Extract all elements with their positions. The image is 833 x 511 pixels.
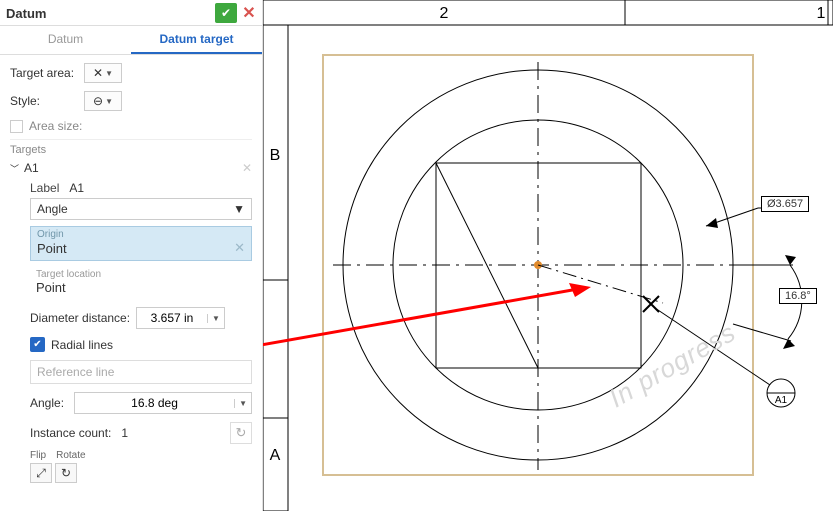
target-location-label: Target location <box>36 269 246 280</box>
check-icon: ✔ <box>33 339 41 350</box>
chevron-down-icon: ▼ <box>105 97 113 106</box>
style-label: Style: <box>10 94 80 108</box>
diameter-distance-label: Diameter distance: <box>30 311 132 325</box>
tab-datum[interactable]: Datum <box>0 26 131 54</box>
label-field-label: Label <box>30 181 59 195</box>
style-circle-icon: ⊖ <box>93 94 103 108</box>
reference-line-input[interactable]: Reference line <box>30 360 252 384</box>
chevron-down-icon[interactable]: ▼ <box>234 399 251 408</box>
panel-title: Datum <box>6 6 46 21</box>
chevron-down-icon: ﹀ <box>10 162 20 175</box>
origin-label: Origin <box>37 229 245 240</box>
diameter-distance-input[interactable]: ▼ <box>136 307 225 329</box>
close-icon: ✕ <box>242 3 255 23</box>
cancel-button[interactable]: ✕ <box>240 3 258 23</box>
area-size-checkbox[interactable] <box>10 120 23 133</box>
radial-lines-label: Radial lines <box>51 338 113 352</box>
target-location-field[interactable]: Target location Point <box>30 267 252 299</box>
check-icon: ✔ <box>221 6 231 20</box>
zone-col-left: 2 <box>440 5 449 22</box>
angle-type-select[interactable]: Angle ▼ <box>30 198 252 220</box>
rotate-label: Rotate <box>56 450 85 461</box>
remove-target-button[interactable]: ✕ <box>242 161 252 175</box>
label-field-value[interactable]: A1 <box>69 181 84 195</box>
style-select[interactable]: ⊖ ▼ <box>84 91 122 111</box>
drawing-canvas[interactable]: 2 1 B A <box>263 0 833 511</box>
origin-field[interactable]: Origin Point ✕ <box>30 226 252 261</box>
rotate-button[interactable]: ↻ <box>55 463 77 483</box>
target-area-x-icon: ✕ <box>93 66 103 80</box>
target-area-select[interactable]: ✕ ▼ <box>84 63 122 83</box>
area-size-label: Area size: <box>29 119 82 133</box>
chevron-down-icon: ▼ <box>105 69 113 78</box>
confirm-button[interactable]: ✔ <box>215 3 237 23</box>
diameter-callout-box[interactable]: Ø3.657 <box>761 196 809 212</box>
flip-icon: ⤢ <box>36 466 46 481</box>
zone-row-top: B <box>270 147 281 164</box>
zone-row-bottom: A <box>270 447 281 464</box>
angle-type-value: Angle <box>37 202 68 216</box>
tab-datum-target[interactable]: Datum target <box>131 26 262 54</box>
target-node-a1[interactable]: ﹀ A1 ✕ <box>10 158 252 178</box>
datum-target-marker[interactable] <box>538 265 663 312</box>
origin-value: Point <box>37 241 67 256</box>
refresh-icon: ↻ <box>236 425 247 441</box>
flip-label: Flip <box>30 450 46 461</box>
annotation-arrow <box>263 283 591 369</box>
zone-col-right: 1 <box>817 5 826 22</box>
target-location-value: Point <box>36 280 246 295</box>
radial-lines-checkbox[interactable]: ✔ <box>30 337 45 352</box>
instance-count-value[interactable]: 1 <box>121 426 128 440</box>
diameter-distance-value[interactable] <box>137 308 207 328</box>
datum-target-symbol[interactable]: A1 <box>767 379 795 407</box>
target-area-label: Target area: <box>10 66 80 80</box>
flip-button[interactable]: ⤢ <box>30 463 52 483</box>
target-node-label: A1 <box>24 161 39 175</box>
clear-origin-button[interactable]: ✕ <box>234 240 245 256</box>
chevron-down-icon: ▼ <box>233 202 245 216</box>
angle-value[interactable] <box>75 393 234 413</box>
instance-count-label: Instance count: <box>30 426 111 440</box>
datum-leader <box>655 308 773 387</box>
datum-symbol-text: A1 <box>775 395 788 406</box>
angle-callout-box[interactable]: 16.8° <box>779 288 817 304</box>
chevron-down-icon[interactable]: ▼ <box>207 314 224 323</box>
rotate-icon: ↻ <box>61 466 71 480</box>
targets-section-label: Targets <box>10 139 252 156</box>
angle-input[interactable]: ▼ <box>74 392 252 414</box>
angle-label: Angle: <box>30 396 70 410</box>
refresh-button[interactable]: ↻ <box>230 422 252 444</box>
